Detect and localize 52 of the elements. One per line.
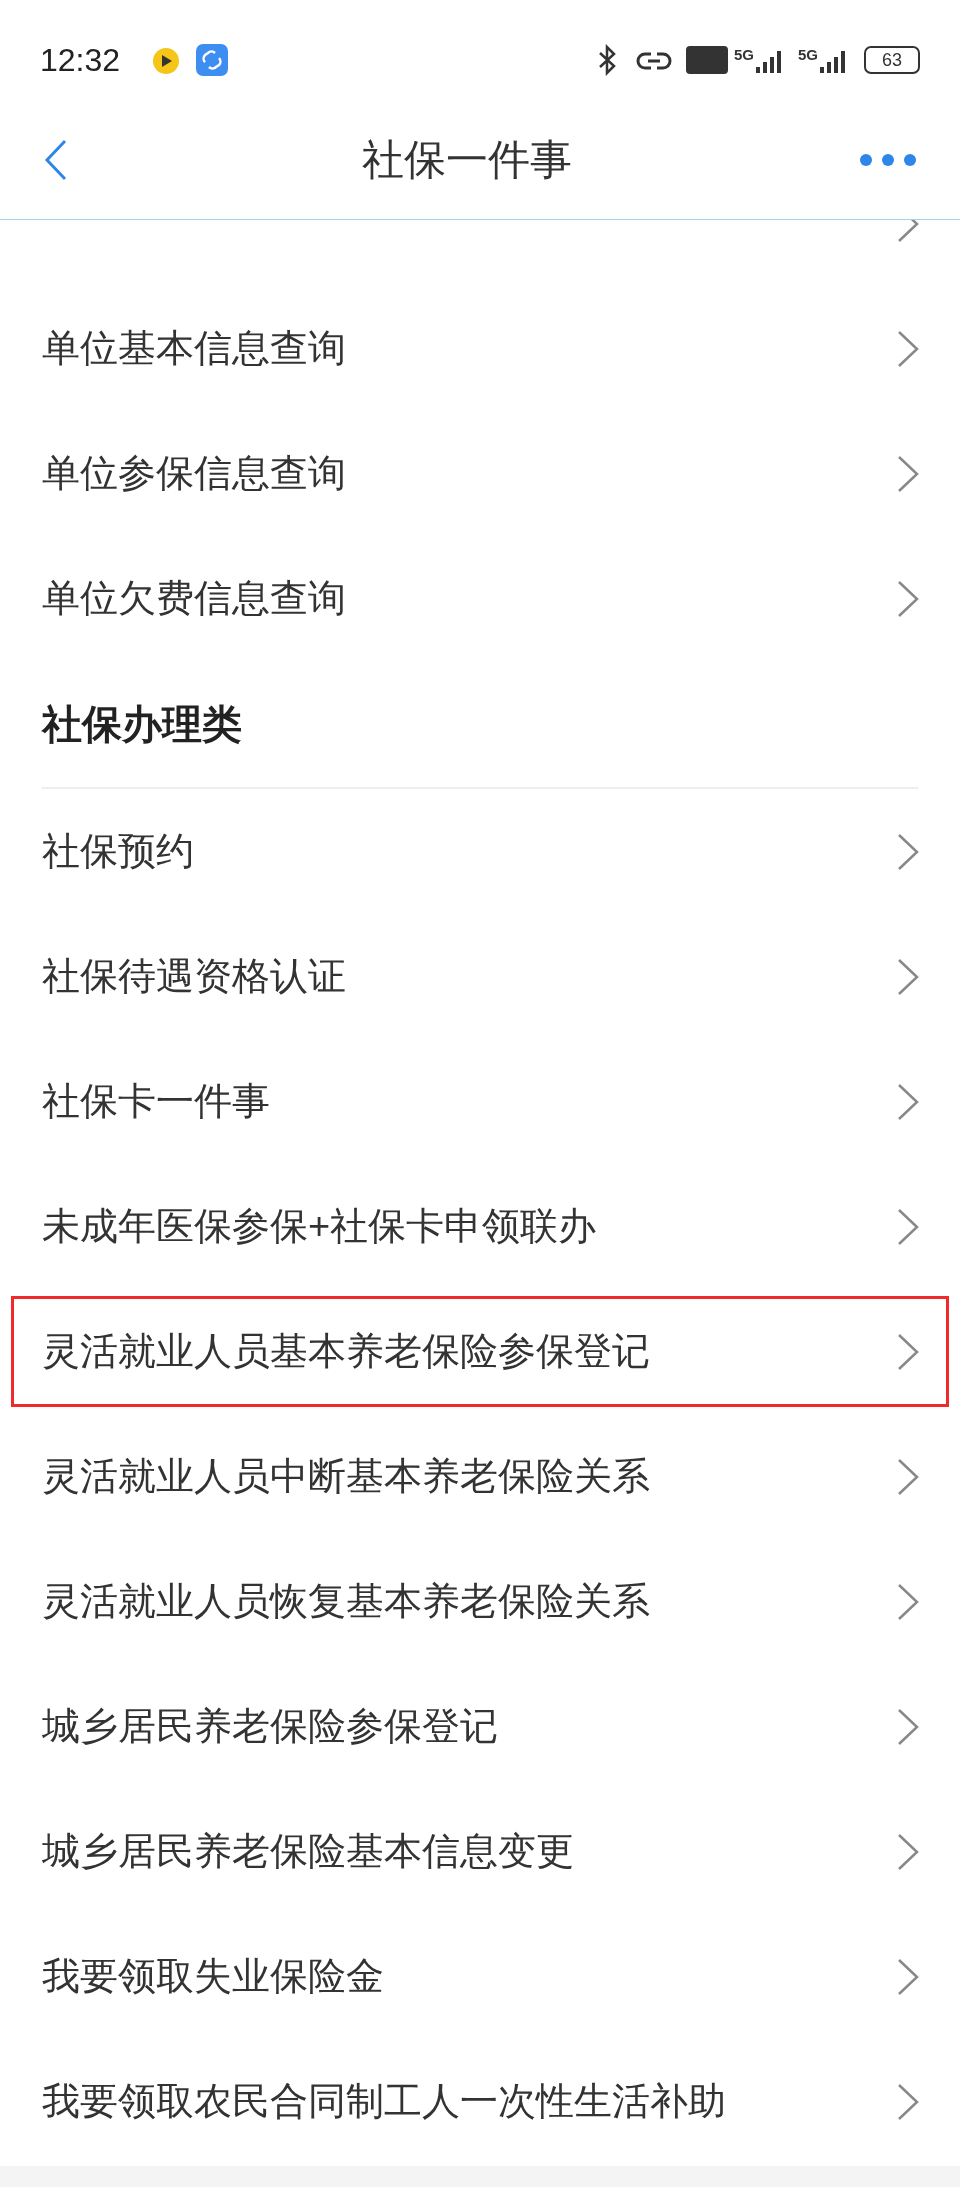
chevron-right-icon	[896, 1331, 920, 1372]
item-label: 单位基本信息查询	[42, 326, 347, 371]
item-label: 社保卡一件事	[42, 1079, 271, 1124]
network-label: 5G	[733, 47, 754, 62]
chevron-right-icon	[896, 1206, 920, 1247]
chevron-right-icon	[896, 956, 920, 997]
item-label: 未成年医保参保+社保卡申领联办	[42, 1204, 598, 1249]
chevron-right-icon	[896, 1081, 920, 1122]
page-title: 社保一件事	[361, 135, 573, 185]
list-item[interactable]: 单位基本信息查询	[0, 286, 960, 411]
chevron-right-icon	[896, 1956, 920, 1997]
item-label: 单位欠费信息查询	[42, 576, 347, 621]
chevron-right-icon	[896, 328, 920, 369]
list-item[interactable]: 灵活就业人员恢复基本养老保险关系	[0, 1539, 960, 1664]
item-label: 城乡居民养老保险参保登记	[42, 1704, 499, 1749]
item-label: 我要领取农民合同制工人一次性生活补助	[42, 2079, 727, 2124]
chevron-right-icon	[896, 1706, 920, 1747]
item-label: 单位参保信息查询	[42, 451, 347, 496]
battery-level: 63	[882, 51, 902, 69]
chevron-right-icon	[896, 1456, 920, 1497]
section-heading: 社保办理类	[42, 701, 242, 748]
list-item[interactable]: 社保预约	[0, 789, 960, 914]
item-label: 我要领取失业保险金	[42, 1954, 385, 1999]
list-item[interactable]: 灵活就业人员基本养老保险参保登记	[4, 1289, 956, 1414]
chevron-right-icon	[896, 453, 920, 494]
link-app-icon	[196, 44, 229, 76]
chevron-right-icon	[896, 831, 920, 872]
chevron-right-icon	[896, 2081, 920, 2122]
more-icon	[860, 152, 916, 167]
hd-icon	[685, 46, 728, 74]
network-label: 5G	[798, 47, 818, 62]
list-item[interactable]: 我要领取农民合同制工人一次性生活补助	[0, 2039, 960, 2164]
status-time: 12:32	[40, 41, 121, 80]
item-label: 城乡居民养老保险基本信息变更	[42, 1829, 575, 1874]
list-item[interactable]: 社保待遇资格认证	[0, 914, 960, 1039]
item-label: 灵活就业人员中断基本养老保险关系	[42, 1454, 651, 1499]
list-item[interactable]: 灵活就业人员中断基本养老保险关系	[0, 1414, 960, 1539]
list-item[interactable]: 未成年医保参保+社保卡申领联办	[0, 1164, 960, 1289]
item-label: 灵活就业人员基本养老保险参保登记	[42, 1329, 651, 1374]
list-item[interactable]: 单位欠费信息查询	[0, 536, 960, 661]
chevron-right-icon	[896, 1831, 920, 1872]
list-item[interactable]: 我要领取失业保险金	[0, 1914, 960, 2039]
item-label: 社保预约	[42, 829, 195, 874]
chevron-right-icon	[896, 578, 920, 619]
item-label: 社保待遇资格认证	[42, 954, 347, 999]
list-item[interactable]: 社保卡一件事	[0, 1039, 960, 1164]
item-label: 灵活就业人员恢复基本养老保险关系	[42, 1579, 651, 1624]
chevron-right-icon	[896, 1581, 920, 1622]
list-item[interactable]: 城乡居民养老保险基本信息变更	[0, 1789, 960, 1914]
back-icon	[44, 137, 68, 182]
list-item[interactable]: 单位参保信息查询	[0, 411, 960, 536]
list-item[interactable]: 城乡居民养老保险参保登记	[0, 1664, 960, 1789]
